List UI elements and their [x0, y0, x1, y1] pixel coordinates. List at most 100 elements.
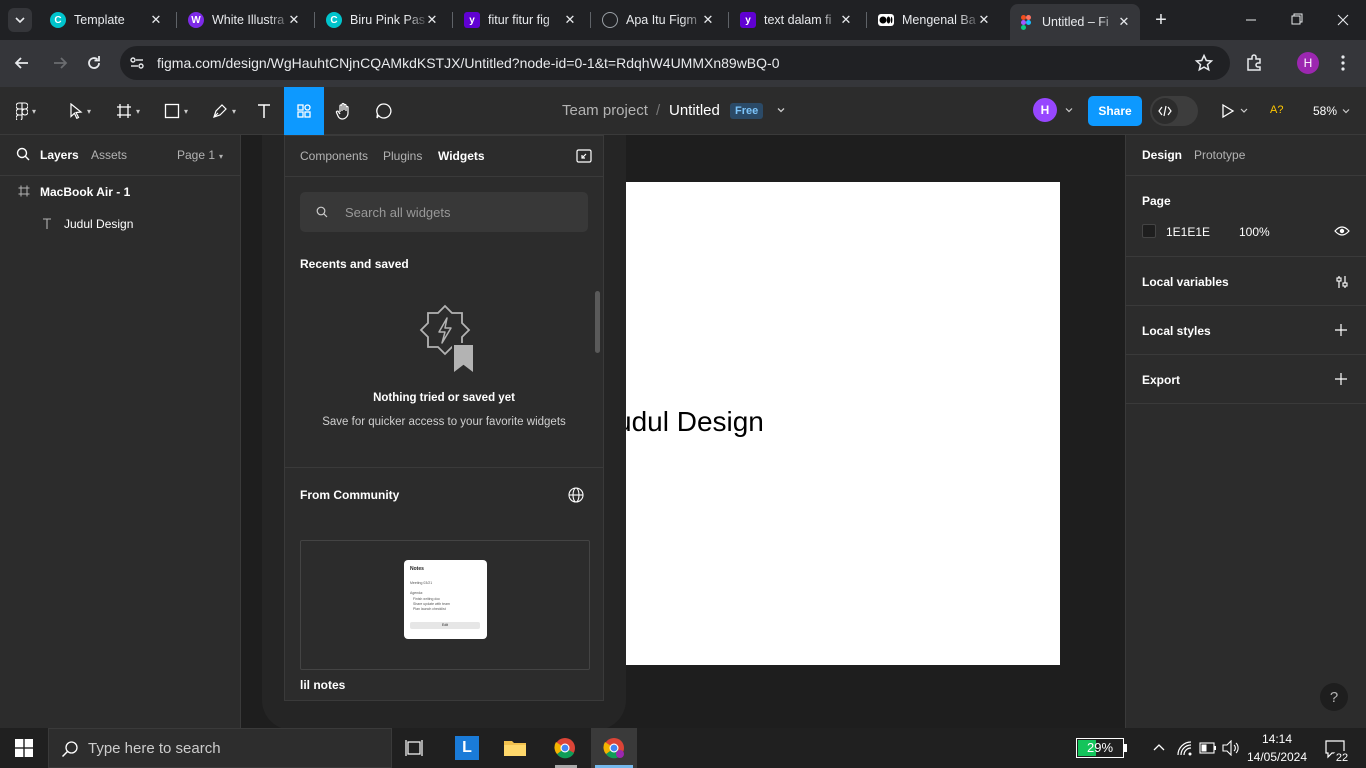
forward-icon[interactable] — [50, 53, 70, 73]
preview-bullet: Plan launch checklist — [413, 607, 446, 611]
multiplayer-chevron-icon[interactable] — [1063, 104, 1075, 116]
local-variables-section[interactable]: Local variables — [1126, 257, 1366, 306]
close-tab-icon[interactable]: ✕ — [286, 12, 302, 28]
add-style-icon[interactable] — [1334, 323, 1348, 337]
close-tab-icon[interactable]: ✕ — [148, 12, 164, 28]
comment-tool-button[interactable] — [370, 87, 398, 135]
resources-tool-button[interactable] — [284, 87, 324, 135]
browser-tab[interactable]: Mengenal Ba ✕ — [870, 6, 1000, 34]
volume-icon[interactable] — [1222, 740, 1240, 756]
breadcrumb-team[interactable]: Team project — [562, 102, 648, 119]
extensions-icon[interactable] — [1244, 53, 1264, 73]
start-button[interactable] — [0, 728, 48, 768]
move-tool-button[interactable]: ▾ — [60, 87, 100, 135]
browser-tab[interactable]: y text dalam fi ✕ — [732, 6, 862, 34]
widget-search-input[interactable]: Search all widgets — [300, 192, 588, 232]
widget-card-lil-notes[interactable]: Notes Meeting 03/21 Agenda: Finish writi… — [300, 540, 590, 670]
frame-tool-button[interactable]: ▾ — [108, 87, 148, 135]
close-tab-icon[interactable]: ✕ — [424, 12, 440, 28]
help-button[interactable]: ? — [1320, 683, 1348, 711]
close-window-icon[interactable] — [1328, 10, 1358, 30]
add-export-icon[interactable] — [1334, 372, 1348, 386]
task-view-icon[interactable] — [404, 738, 426, 758]
battery-icon[interactable] — [1199, 742, 1217, 754]
page-color-hex[interactable]: 1E1E1E — [1166, 225, 1210, 239]
close-tab-icon[interactable]: ✕ — [700, 12, 716, 28]
taskbar-active-app[interactable] — [591, 728, 637, 768]
globe-icon[interactable] — [568, 487, 584, 503]
tab-prototype[interactable]: Prototype — [1194, 148, 1245, 162]
undock-panel-icon[interactable] — [576, 148, 592, 164]
close-tab-icon[interactable]: ✕ — [976, 12, 992, 28]
browser-tab[interactable]: Apa Itu Figm ✕ — [594, 6, 724, 34]
tab-assets[interactable]: Assets — [91, 148, 127, 162]
tab-title: Template — [74, 13, 125, 27]
hand-tool-button[interactable] — [330, 87, 358, 135]
close-tab-icon[interactable]: ✕ — [838, 12, 854, 28]
url-text[interactable]: figma.com/design/WgHauhtCNjnCQAMkdKSTJX/… — [157, 55, 779, 71]
preview-line: Agenda: — [410, 591, 424, 595]
tab-widgets[interactable]: Widgets — [438, 149, 485, 163]
shape-tool-button[interactable]: ▾ — [156, 87, 196, 135]
back-icon[interactable] — [12, 53, 32, 73]
present-button[interactable] — [1220, 103, 1250, 119]
export-label: Export — [1142, 373, 1181, 387]
site-settings-icon[interactable] — [128, 54, 146, 72]
browser-tab[interactable]: W White Illustra ✕ — [180, 6, 310, 34]
file-menu-chevron-icon[interactable] — [774, 103, 788, 117]
close-tab-icon[interactable]: ✕ — [1116, 14, 1132, 30]
file-explorer-icon[interactable] — [503, 738, 527, 758]
search-placeholder: Search all widgets — [345, 205, 451, 220]
show-hidden-icons-icon[interactable] — [1152, 741, 1166, 755]
font-warning-icon[interactable]: A? — [1270, 104, 1283, 116]
browser-tab-active[interactable]: Untitled – Fi ✕ — [1010, 4, 1140, 40]
dev-mode-toggle[interactable] — [1150, 96, 1198, 126]
zoom-chevron-icon[interactable] — [1340, 105, 1352, 117]
tab-plugins[interactable]: Plugins — [383, 149, 422, 163]
eye-icon[interactable] — [1334, 224, 1350, 238]
app-l-icon[interactable]: L — [455, 736, 479, 760]
widget-card-name[interactable]: lil notes — [300, 678, 345, 692]
minimize-icon[interactable] — [1236, 10, 1266, 30]
taskbar-search[interactable]: Type here to search — [48, 728, 392, 768]
chrome-icon[interactable] — [554, 737, 576, 759]
battery-indicator[interactable]: 29% — [1076, 738, 1124, 758]
variables-icon[interactable] — [1334, 274, 1350, 290]
tab-search-chevron-icon[interactable] — [8, 8, 32, 32]
page-selector[interactable]: Page 1 ▾ — [177, 148, 223, 162]
browser-tab[interactable]: C Template ✕ — [42, 6, 172, 34]
browser-tab[interactable]: y fitur fitur fig ✕ — [456, 6, 586, 34]
tab-layers[interactable]: Layers — [40, 148, 79, 162]
browser-tab[interactable]: C Biru Pink Pas ✕ — [318, 6, 448, 34]
wifi-icon[interactable] — [1176, 740, 1192, 756]
page-color-swatch[interactable] — [1142, 224, 1156, 238]
layer-frame[interactable]: MacBook Air - 1 — [40, 185, 130, 199]
clock-time[interactable]: 14:14 — [1250, 732, 1304, 746]
zoom-level[interactable]: 58% — [1313, 104, 1337, 118]
layer-text[interactable]: Judul Design — [64, 217, 133, 231]
canvas-heading-text[interactable]: Judul Design — [602, 406, 764, 438]
pen-tool-button[interactable]: ▾ — [204, 87, 244, 135]
search-icon[interactable] — [16, 147, 30, 161]
text-tool-button[interactable] — [250, 87, 278, 135]
main-menu-button[interactable]: ▾ — [8, 87, 44, 135]
bookmark-star-icon[interactable] — [1194, 53, 1214, 73]
new-tab-icon[interactable]: + — [1152, 10, 1170, 30]
share-button[interactable]: Share — [1088, 96, 1142, 126]
comment-icon — [376, 103, 392, 119]
resources-icon — [297, 104, 311, 118]
local-styles-section[interactable]: Local styles — [1126, 306, 1366, 355]
tab-design[interactable]: Design — [1142, 148, 1182, 162]
reload-icon[interactable] — [84, 53, 104, 73]
user-avatar[interactable]: H — [1033, 98, 1057, 122]
tab-components[interactable]: Components — [300, 149, 368, 163]
browser-menu-icon[interactable] — [1340, 53, 1346, 73]
file-name[interactable]: Untitled — [669, 102, 720, 119]
export-section[interactable]: Export — [1126, 355, 1366, 404]
close-tab-icon[interactable]: ✕ — [562, 12, 578, 28]
scrollbar-thumb[interactable] — [595, 291, 600, 353]
restore-icon[interactable] — [1282, 10, 1312, 30]
profile-avatar[interactable]: H — [1297, 52, 1319, 74]
page-color-opacity[interactable]: 100% — [1239, 225, 1270, 239]
clock-date[interactable]: 14/05/2024 — [1244, 750, 1310, 764]
